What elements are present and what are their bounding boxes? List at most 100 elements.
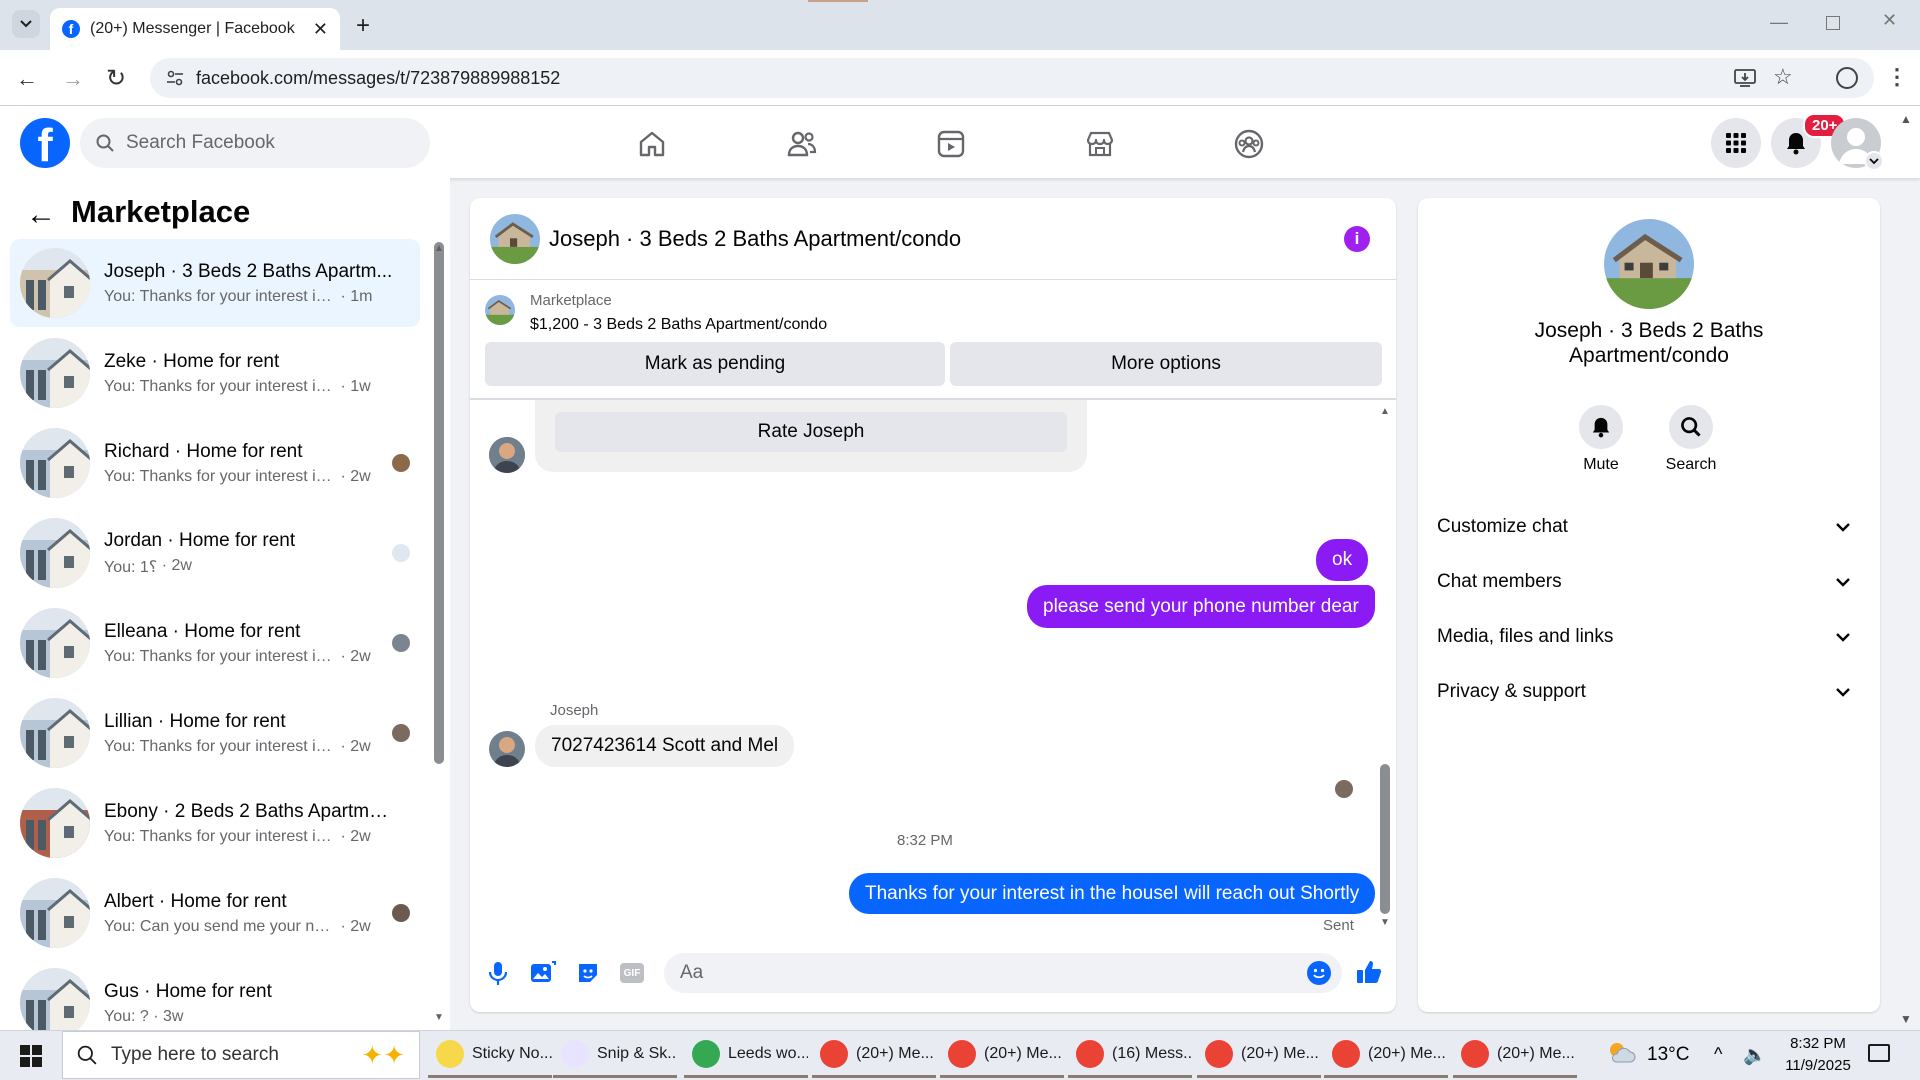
info-icon[interactable]: i bbox=[1344, 226, 1370, 252]
page-scroll-down-icon[interactable]: ▼ bbox=[1900, 1012, 1912, 1026]
incoming-message[interactable]: 7027423614 Scott and Mel bbox=[535, 725, 795, 767]
outgoing-message[interactable]: please send your phone number dear bbox=[1027, 585, 1375, 628]
photo-icon[interactable] bbox=[530, 961, 556, 985]
divider bbox=[470, 279, 1396, 280]
message-input[interactable]: Aa bbox=[664, 953, 1342, 993]
section-privacy-support[interactable]: Privacy & support bbox=[1437, 671, 1861, 713]
taskbar-app-item[interactable]: (20+) Me... bbox=[940, 1032, 1064, 1078]
profile-icon[interactable] bbox=[1836, 67, 1858, 89]
conversation-item[interactable]: Lillian · Home for rent You: Thanks for y… bbox=[10, 689, 420, 777]
close-icon[interactable]: ✕ bbox=[313, 19, 328, 40]
site-info-icon[interactable] bbox=[166, 69, 184, 87]
info-avatar[interactable] bbox=[1604, 219, 1694, 309]
taskbar-app-item[interactable]: (20+) Me... bbox=[1453, 1032, 1577, 1078]
bookmark-star-icon[interactable]: ☆ bbox=[1773, 64, 1793, 90]
taskbar-app-item[interactable]: (20+) Me... bbox=[1197, 1032, 1321, 1078]
tab-search-button[interactable] bbox=[12, 10, 40, 38]
window-close-icon[interactable]: ✕ bbox=[1882, 10, 1897, 31]
conversation-item[interactable]: Zeke · Home for rent You: Thanks for your… bbox=[10, 329, 420, 417]
taskbar-app-item[interactable]: Leeds wo... bbox=[684, 1032, 808, 1078]
restore-icon[interactable] bbox=[1826, 16, 1840, 30]
url-text: facebook.com/messages/t/723879889988152 bbox=[196, 67, 561, 88]
chevron-down-icon bbox=[1836, 688, 1850, 697]
home-icon bbox=[639, 131, 665, 157]
search-highlight-icon: ✦✦ bbox=[361, 1039, 405, 1070]
taskbar-search-box[interactable]: Type here to search ✦✦ bbox=[62, 1031, 420, 1079]
nav-groups[interactable] bbox=[1194, 116, 1304, 172]
forward-icon[interactable]: → bbox=[62, 66, 84, 92]
chat-scrollbar[interactable] bbox=[1380, 764, 1390, 914]
listing-thumbnail[interactable] bbox=[485, 295, 515, 325]
sticker-icon[interactable] bbox=[576, 961, 600, 985]
taskbar-app-label: Leeds wo... bbox=[728, 1044, 808, 1062]
taskbar-app-item[interactable]: (16) Mess... bbox=[1068, 1032, 1192, 1078]
taskbar-app-item[interactable]: Snip & Sk... bbox=[553, 1032, 677, 1078]
search-conversation-button[interactable] bbox=[1669, 405, 1713, 449]
chat-title[interactable]: Joseph · 3 Beds 2 Baths Apartment/condo bbox=[549, 226, 961, 252]
app-icon bbox=[561, 1039, 589, 1068]
weather-icon[interactable] bbox=[1606, 1040, 1636, 1064]
conversation-item[interactable]: Ebony · 2 Beds 2 Baths Apartme... You: Th… bbox=[10, 779, 420, 867]
house-photo-icon bbox=[20, 968, 90, 1038]
browser-tab[interactable]: f (20+) Messenger | Facebook ✕ bbox=[50, 8, 340, 50]
conversation-name: Joseph · 3 Beds 2 Baths Apartm... bbox=[104, 260, 393, 282]
conversation-list-scrollbar[interactable] bbox=[434, 242, 444, 764]
sender-avatar[interactable] bbox=[489, 437, 525, 473]
list-scroll-down-icon[interactable]: ▼ bbox=[434, 1012, 444, 1023]
section-media-files-links[interactable]: Media, files and links bbox=[1437, 616, 1861, 658]
mute-button[interactable] bbox=[1579, 405, 1623, 449]
outgoing-message[interactable]: ok bbox=[1316, 539, 1369, 581]
taskbar-app-item[interactable]: (20+) Me... bbox=[1324, 1032, 1448, 1078]
nav-friends[interactable] bbox=[747, 116, 857, 172]
windows-start-icon[interactable] bbox=[20, 1045, 42, 1067]
back-icon[interactable]: ← bbox=[16, 66, 38, 92]
conversation-item[interactable]: Albert · Home for rent You: Can you send … bbox=[10, 869, 420, 957]
speaker-icon[interactable]: 🔈 bbox=[1743, 1043, 1767, 1067]
nav-home[interactable] bbox=[597, 116, 707, 172]
notification-center-icon[interactable] bbox=[1868, 1044, 1890, 1062]
chat-avatar[interactable] bbox=[490, 214, 540, 264]
account-menu-button[interactable] bbox=[1864, 151, 1884, 171]
system-clock[interactable]: 8:32 PM 11/9/2025 bbox=[1782, 1033, 1854, 1077]
section-chat-members[interactable]: Chat members bbox=[1437, 561, 1861, 603]
page-scroll-up-icon[interactable]: ▲ bbox=[1900, 112, 1912, 126]
reload-icon[interactable]: ↻ bbox=[106, 64, 126, 93]
new-tab-icon[interactable]: + bbox=[356, 12, 370, 40]
listing-title[interactable]: $1,200 - 3 Beds 2 Baths Apartment/condo bbox=[530, 316, 827, 334]
tray-chevron-up-icon[interactable]: ^ bbox=[1714, 1044, 1722, 1065]
listing-avatar bbox=[20, 428, 90, 498]
rate-seller-button[interactable]: Rate Joseph bbox=[555, 412, 1067, 452]
menu-button[interactable] bbox=[1711, 118, 1761, 168]
conversation-item[interactable]: Jordan · Home for rent You: 1؟ · 2w bbox=[10, 509, 420, 597]
back-arrow-icon[interactable]: ← bbox=[26, 198, 56, 232]
nav-marketplace[interactable] bbox=[1045, 116, 1155, 172]
microphone-icon[interactable] bbox=[487, 960, 509, 986]
chat-scroll-down-icon[interactable]: ▼ bbox=[1380, 917, 1390, 928]
gif-icon[interactable]: GIF bbox=[620, 963, 644, 983]
minimize-icon[interactable]: — bbox=[1770, 12, 1788, 33]
outgoing-message[interactable]: Thanks for your interest in the houseI w… bbox=[849, 873, 1376, 914]
more-options-button[interactable]: More options bbox=[950, 342, 1382, 386]
mark-as-pending-button[interactable]: Mark as pending bbox=[485, 342, 945, 386]
menu-kebab-icon[interactable]: ⋮ bbox=[1886, 64, 1908, 90]
nav-video[interactable] bbox=[896, 116, 1006, 172]
facebook-search-input[interactable]: Search Facebook bbox=[80, 118, 430, 168]
conversation-item[interactable]: Richard · Home for rent You: Thanks for y… bbox=[10, 419, 420, 507]
house-photo-icon bbox=[485, 295, 515, 325]
address-bar[interactable]: facebook.com/messages/t/723879889988152 bbox=[150, 58, 1874, 98]
install-app-icon[interactable] bbox=[1734, 68, 1756, 88]
facebook-logo-icon[interactable]: f bbox=[20, 118, 70, 168]
section-label: Chat members bbox=[1437, 571, 1562, 592]
taskbar-app-item[interactable]: Sticky No... bbox=[428, 1032, 552, 1078]
chat-scroll-up-icon[interactable]: ▲ bbox=[1380, 406, 1390, 417]
taskbar-app-label: (20+) Me... bbox=[1497, 1044, 1575, 1062]
conversation-item[interactable]: Elleana · Home for rent You: Thanks for y… bbox=[10, 599, 420, 687]
like-icon[interactable] bbox=[1356, 959, 1382, 985]
sender-avatar[interactable] bbox=[489, 731, 525, 767]
emoji-icon[interactable] bbox=[1307, 961, 1331, 985]
conversation-item[interactable]: Joseph · 3 Beds 2 Baths Apartm... You: Th… bbox=[10, 239, 420, 327]
section-customize-chat[interactable]: Customize chat bbox=[1437, 506, 1861, 548]
conversation-time: 2w bbox=[350, 917, 371, 935]
taskbar-app-item[interactable]: (20+) Me... bbox=[812, 1032, 936, 1078]
list-scroll-up-icon[interactable]: ▲ bbox=[434, 243, 444, 254]
